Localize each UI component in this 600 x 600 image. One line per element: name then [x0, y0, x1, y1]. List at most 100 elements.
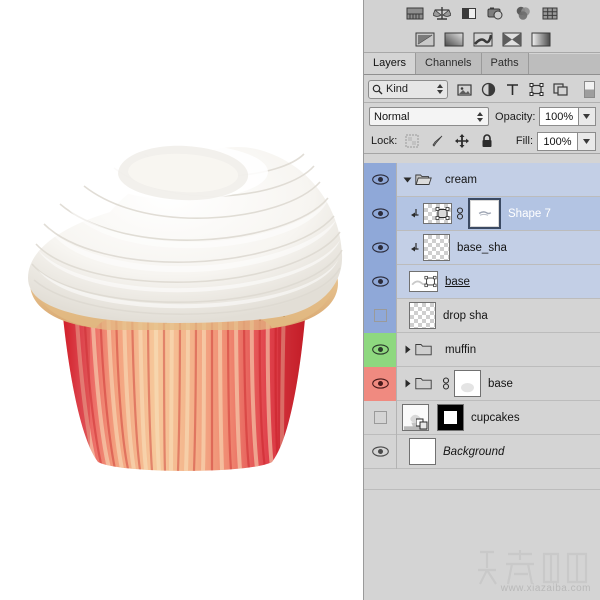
layer-thumbnail[interactable]: [423, 203, 452, 224]
watermark-url: www.xiazaiba.com: [500, 583, 591, 594]
filter-kind-label: Kind: [386, 83, 409, 95]
shape-layer-filter-icon[interactable]: [529, 82, 544, 97]
layers-panel: Layers Channels Paths Kind Normal Opacit…: [363, 0, 600, 600]
layer-visibility-toggle[interactable]: [364, 196, 397, 231]
eye-off-icon: [373, 411, 387, 424]
layer-row[interactable]: cupcakes: [364, 400, 600, 435]
layer-visibility-toggle[interactable]: [364, 163, 397, 197]
toolbar-row-tools: [364, 0, 600, 26]
layer-thumbnail[interactable]: [423, 234, 450, 261]
tab-channels[interactable]: Channels: [416, 53, 482, 74]
tab-layers[interactable]: Layers: [364, 53, 417, 74]
ruler-measure-icon[interactable]: [406, 5, 424, 22]
layer-row[interactable]: cream: [364, 163, 600, 197]
canvas-area[interactable]: [0, 0, 363, 600]
layer-row-body[interactable]: drop sha: [397, 299, 600, 333]
layer-name[interactable]: cupcakes: [471, 412, 520, 424]
tab-paths[interactable]: Paths: [481, 53, 529, 74]
gradient-swatch-4-icon[interactable]: [502, 32, 522, 47]
layer-name[interactable]: base: [445, 276, 470, 288]
layer-thumbnail[interactable]: [402, 404, 429, 431]
layer-row-body[interactable]: cupcakes: [397, 401, 600, 435]
layer-row[interactable]: base: [364, 264, 600, 299]
layer-row[interactable]: base_sha: [364, 230, 600, 265]
layer-row-body[interactable]: base: [397, 265, 600, 299]
color-channels-icon[interactable]: [514, 5, 532, 22]
layer-row-body[interactable]: Background: [397, 435, 600, 469]
adjustment-layer-filter-icon[interactable]: [481, 82, 496, 97]
layer-name[interactable]: drop sha: [443, 310, 488, 322]
layer-row[interactable]: Background: [364, 434, 600, 469]
type-layer-filter-icon[interactable]: [505, 82, 520, 97]
layer-visibility-toggle[interactable]: [364, 298, 397, 333]
smart-object-filter-icon[interactable]: [553, 82, 568, 97]
panel-toolbar: [364, 0, 600, 53]
gradient-swatch-3-icon[interactable]: [473, 32, 493, 47]
layer-visibility-toggle[interactable]: [364, 366, 397, 401]
layer-row[interactable]: base: [364, 366, 600, 401]
layer-row-body[interactable]: base: [397, 367, 600, 401]
chevron-right-icon[interactable]: [402, 344, 413, 355]
layer-row-body[interactable]: muffin: [397, 333, 600, 367]
clipping-mask-arrow-icon: [411, 242, 419, 251]
layer-row-body[interactable]: base_sha: [397, 231, 600, 265]
toolbar-row-swatches: [364, 26, 600, 52]
lock-buttons: [405, 134, 494, 148]
fill-label: Fill:: [515, 135, 533, 147]
chevron-right-icon[interactable]: [402, 378, 413, 389]
opacity-stepper-button[interactable]: [578, 107, 596, 126]
layer-name[interactable]: Background: [443, 446, 504, 458]
layer-thumbnail[interactable]: [409, 271, 438, 292]
gradient-swatch-5-icon[interactable]: [531, 32, 551, 47]
gradient-swatch-2-icon[interactable]: [444, 32, 464, 47]
layer-name[interactable]: Shape 7: [508, 208, 551, 220]
link-layers-icon[interactable]: [455, 207, 465, 220]
opacity-input[interactable]: 100%: [539, 107, 579, 126]
layer-row[interactable]: Shape 7: [364, 196, 600, 231]
layer-visibility-toggle[interactable]: [364, 434, 397, 469]
eye-icon: [371, 276, 389, 287]
layer-name[interactable]: base_sha: [457, 242, 507, 254]
filter-kind-select[interactable]: Kind: [368, 79, 448, 99]
layer-mask-thumbnail-selected[interactable]: [468, 198, 501, 229]
opacity-label: Opacity:: [495, 110, 536, 123]
filter-type-buttons: [457, 80, 595, 98]
link-layers-icon[interactable]: [441, 377, 451, 390]
chevron-down-icon[interactable]: [402, 174, 413, 185]
layer-thumbnail[interactable]: [454, 370, 481, 397]
layer-visibility-toggle[interactable]: [364, 400, 397, 435]
layer-name[interactable]: base: [488, 378, 513, 390]
layer-visibility-toggle[interactable]: [364, 332, 397, 367]
layer-name[interactable]: muffin: [445, 344, 476, 356]
layer-row[interactable]: muffin: [364, 332, 600, 367]
fill-stepper-button[interactable]: [578, 131, 596, 151]
layer-row-body[interactable]: Shape 7: [397, 197, 600, 231]
layer-row-body[interactable]: cream: [397, 163, 600, 197]
gradient-swatch-1-icon[interactable]: [415, 32, 435, 47]
blend-mode-row: Normal Opacity: 100%: [364, 104, 600, 129]
lock-transparency-icon[interactable]: [405, 134, 419, 148]
layer-thumbnail[interactable]: [409, 438, 436, 465]
lock-position-move-icon[interactable]: [455, 134, 470, 148]
layer-visibility-toggle[interactable]: [364, 264, 397, 299]
blend-mode-select[interactable]: Normal: [369, 107, 490, 126]
layer-mask-thumbnail[interactable]: [437, 404, 464, 431]
layer-thumbnail[interactable]: [409, 302, 436, 329]
lock-image-brush-icon[interactable]: [430, 134, 444, 148]
grid-icon[interactable]: [541, 5, 559, 22]
vector-mask-icon: [424, 275, 437, 288]
folder-closed-icon: [415, 344, 432, 356]
split-panel-icon[interactable]: [460, 5, 478, 22]
chevron-down-icon: [583, 114, 591, 119]
layer-visibility-toggle[interactable]: [364, 230, 397, 265]
layer-row[interactable]: drop sha: [364, 298, 600, 333]
filter-toggle-switch-icon[interactable]: [584, 80, 595, 98]
camera-icon[interactable]: [487, 5, 505, 22]
layer-list[interactable]: cream Shape 7 base_sha base drop sha muf…: [364, 163, 600, 489]
layer-name[interactable]: cream: [445, 174, 477, 186]
balance-scale-icon[interactable]: [433, 5, 451, 22]
lock-all-padlock-icon[interactable]: [480, 134, 494, 148]
eye-off-icon: [373, 309, 387, 322]
fill-input[interactable]: 100%: [537, 131, 578, 151]
pixel-layer-filter-icon[interactable]: [457, 82, 472, 97]
